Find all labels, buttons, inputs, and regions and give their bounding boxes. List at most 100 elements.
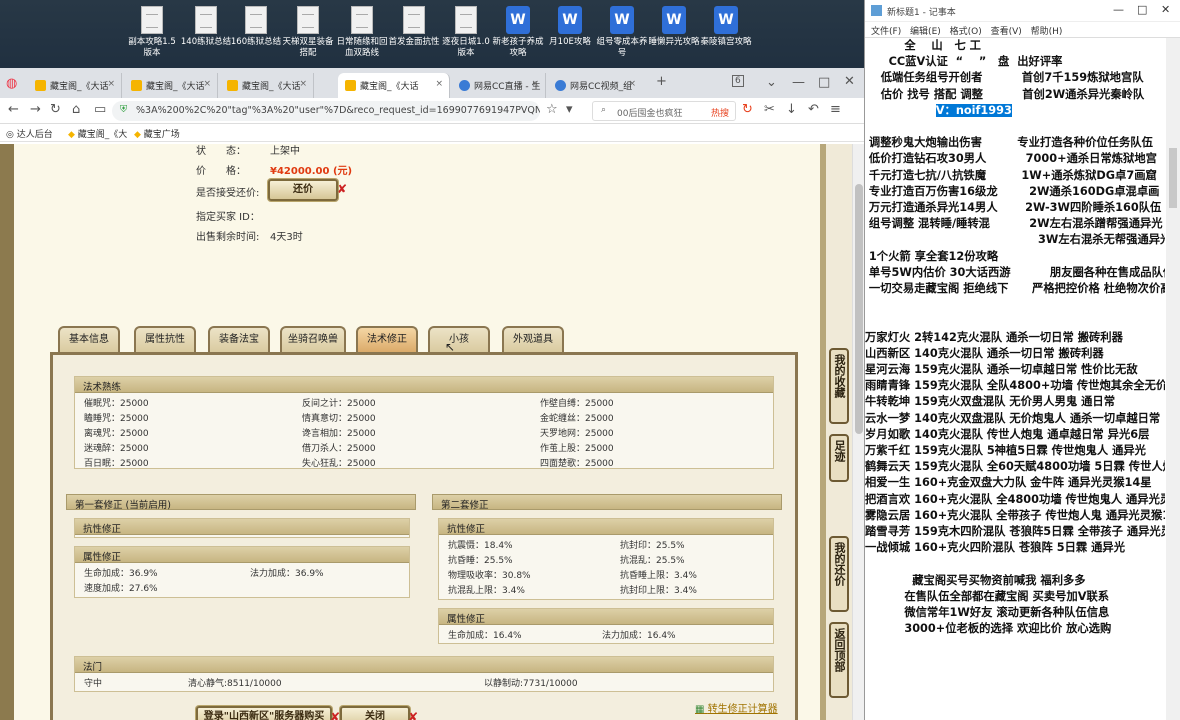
new-tab-icon[interactable]: +	[656, 74, 667, 89]
maximize-icon[interactable]: □	[818, 75, 830, 90]
close-icon[interactable]: ×	[203, 79, 211, 89]
resist-cell: 抗震慑：18.4%	[448, 541, 513, 551]
close-button[interactable]: 关闭	[340, 706, 410, 720]
scrollbar-thumb[interactable]	[855, 184, 863, 434]
desktop-file[interactable]: 日常随缘和回血双路线	[334, 6, 390, 59]
minimize-icon[interactable]: —	[1113, 3, 1124, 16]
time-value: 4天3时	[270, 232, 303, 243]
reload-icon[interactable]: ↻	[50, 102, 61, 117]
desktop-file[interactable]: 副本攻略1.5版本	[124, 6, 180, 59]
desktop-file[interactable]: W 秦陵镇宫攻略	[698, 6, 754, 48]
notepad-line: 山西新区 140克火混队 通杀一切日常 搬砖利器	[865, 346, 1104, 360]
side-label: 我的还价	[833, 542, 846, 586]
scrollbar[interactable]	[852, 144, 864, 720]
menu-icon[interactable]: ≡	[830, 102, 841, 117]
desktop-file[interactable]: W 组号零成本养号	[594, 6, 650, 59]
mastery-cell: 百日眠：25000	[84, 459, 149, 469]
close-icon[interactable]: ✕	[1161, 3, 1170, 16]
label: 是否接受还价:	[196, 188, 260, 199]
hot-label: 热搜	[710, 109, 729, 119]
bookmark-item[interactable]: ◎ 达人后台	[6, 127, 53, 140]
nav-toolbar: ← → ↻ ⌂ ▭ ⛨ %3A%200%2C%20"tag"%3A%20"user…	[0, 98, 864, 124]
close-icon[interactable]: ×	[107, 79, 115, 89]
search-text: 00后囤金也疯狂	[617, 109, 683, 119]
price-row: 价 格： ¥42000.00 (元)	[196, 162, 352, 177]
forward-icon[interactable]: →	[30, 102, 41, 117]
desktop-file[interactable]: W 睡懒异光攻略	[646, 6, 702, 48]
close-icon[interactable]: ×	[531, 79, 539, 89]
browser-tab[interactable]: 藏宝阁_《大话 ×	[124, 73, 218, 98]
browser-tab[interactable]: 网易CC直播 - 生 ×	[452, 73, 546, 98]
login-buy-button[interactable]: 登录"山西新区"服务器购买	[196, 706, 332, 720]
section-title: 法门	[75, 657, 773, 673]
undo-icon[interactable]: ↶	[808, 102, 819, 117]
maximize-icon[interactable]: □	[1137, 3, 1147, 16]
desktop-file[interactable]: 首发金面抗性	[386, 6, 442, 48]
notepad-line: 微信常年1W好友 滚动更新各种队伍信息	[865, 606, 1110, 620]
mastery-cell: 作茧上股：25000	[540, 444, 614, 454]
bookmark-item[interactable]: ◆ 藏宝广场	[134, 127, 180, 140]
bookmark-label: 藏宝广场	[143, 130, 180, 140]
desktop-file[interactable]: 140练狱总结	[178, 6, 234, 48]
menu-icon[interactable]: ▾	[566, 102, 573, 117]
label: 出售剩余时间:	[196, 232, 260, 243]
my-bargains-button[interactable]: 我的还价	[829, 536, 849, 612]
close-window-icon[interactable]: ✕	[844, 74, 855, 89]
footprint-button[interactable]: 足迹	[829, 434, 849, 482]
address-bar[interactable]: ⛨ %3A%200%2C%20"tag"%3A%20"user"%7D&reco_…	[112, 101, 540, 121]
desktop-file[interactable]: 逐夜日城1.0版本	[438, 6, 494, 59]
reading-icon[interactable]: ▭	[94, 102, 106, 117]
scrollbar[interactable]	[1166, 38, 1180, 720]
scrollbar-thumb[interactable]	[1169, 148, 1177, 208]
dropdown-icon[interactable]: ⌄	[766, 75, 777, 90]
desktop-file[interactable]: W 新老孩子养成攻略	[490, 6, 546, 59]
browser-tab-active[interactable]: 藏宝阁_《大话 ×	[338, 73, 450, 98]
notepad-line: 藏宝阁买号买物资前喊我 福利多多	[865, 573, 1086, 587]
notepad-line: 在售队伍全部都在藏宝阁 买卖号加V联系	[865, 589, 1110, 603]
back-icon[interactable]: ←	[8, 102, 19, 117]
back-to-top-button[interactable]: 返回顶部	[829, 622, 849, 698]
close-icon[interactable]: ×	[628, 79, 636, 89]
tab-spell-correction[interactable]: 法术修正	[356, 326, 418, 354]
attr-cell: 生命加成：16.4%	[448, 631, 522, 641]
notepad-line: V：noif1993	[865, 103, 1165, 119]
mastery-cell: 金蛇缠丝：25000	[540, 414, 614, 424]
bargain-button[interactable]: 还价	[268, 179, 338, 201]
notepad-line: 组号调整 混转睡/睡转混 2W左右混杀蹭帮强通异光	[865, 217, 1163, 231]
mastery-cell: 四面楚歌：25000	[540, 459, 614, 469]
browser-tab[interactable]: 藏宝阁_《大话 ×	[220, 73, 314, 98]
set2-title: 第二套修正	[432, 494, 782, 511]
desktop-file[interactable]: W 月10E攻略	[542, 6, 598, 48]
browser-logo-icon[interactable]: ◍	[6, 76, 17, 91]
browser-tab[interactable]: 藏宝阁_《大话 ×	[28, 73, 122, 98]
notepad-line: 单号5W内估价 30大话西游 朋友圈各种在售成品队伍	[865, 265, 1165, 279]
tab-basic-info[interactable]: 基本信息	[58, 326, 120, 354]
browser-tab[interactable]: 网易CC视频_组 ×	[548, 73, 642, 98]
my-favorites-button[interactable]: 我的收藏	[829, 348, 849, 424]
desktop-file[interactable]: 天梯双星装备搭配	[280, 6, 336, 59]
notepad-line: 云水一梦 140克火双盘混队 无价炮鬼人 通杀一切卓越日常	[865, 411, 1161, 425]
close-icon[interactable]: ×	[435, 79, 443, 89]
star-icon[interactable]: ☆	[546, 102, 558, 117]
minimize-icon[interactable]: —	[792, 75, 805, 90]
close-icon[interactable]: ×	[299, 79, 307, 89]
tab-attributes[interactable]: 属性抗性	[134, 326, 196, 354]
tab-appearance[interactable]: 外观道具	[502, 326, 564, 354]
tab-count-badge[interactable]: 6	[732, 75, 744, 87]
download-icon[interactable]: ↓	[786, 102, 797, 117]
reincarnation-calculator-link[interactable]: ▦ 转生修正计算器	[695, 700, 778, 715]
notepad-line: 岁月如歌 140克火混队 传世人炮鬼 通卓越日常 异光6层	[865, 427, 1150, 441]
tab-equipment[interactable]: 装备法宝	[208, 326, 270, 354]
notepad-menu[interactable]: 文件(F) 编辑(E) 格式(O) 查看(V) 帮助(H)	[865, 22, 1180, 38]
desktop-file[interactable]: 160练狱总结	[228, 6, 284, 48]
notepad-line: 千元打造七抗/八抗铁魔 1W+通杀炼狱DG卓7画窟	[865, 168, 1157, 182]
home-icon[interactable]: ⌂	[72, 102, 80, 117]
tab-mounts-pets[interactable]: 坐骑召唤兽	[280, 326, 346, 354]
cut-icon[interactable]: ✂	[764, 102, 775, 117]
tab-child[interactable]: 小孩	[428, 326, 490, 354]
bookmark-item[interactable]: ◆ 藏宝阁_《大	[68, 127, 127, 140]
resist-cell: 抗昏睡：25.5%	[448, 556, 513, 566]
search-input[interactable]: ⌕ 00后囤金也疯狂 热搜	[592, 101, 736, 121]
notepad-text[interactable]: 全 山 七 工 CC蓝V认证 “ ” 盘 出好评率 低端任务组号开创者 首创7千…	[865, 38, 1165, 720]
sync-icon[interactable]: ↻	[742, 102, 753, 117]
